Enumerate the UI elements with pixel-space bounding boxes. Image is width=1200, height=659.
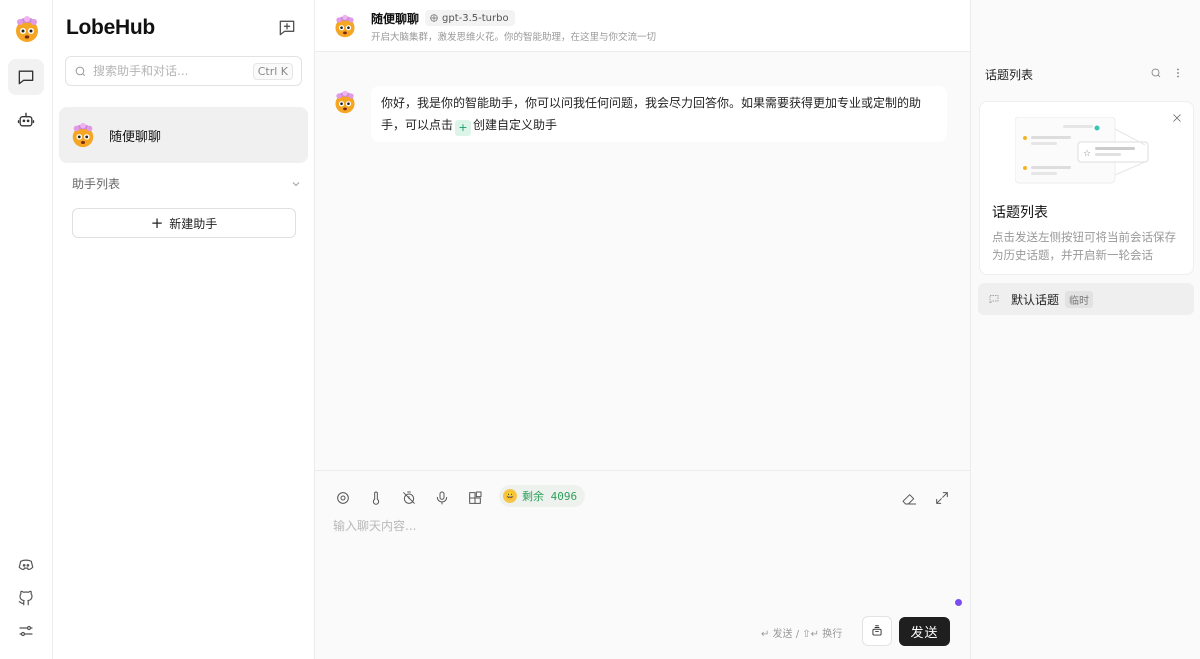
topic-label: 默认话题 [1011,292,1060,307]
temperature-button[interactable] [366,488,386,508]
model-name: gpt-3.5-turbo [442,12,509,24]
bot-icon [17,112,35,127]
add-agent-label: 新建助手 [169,216,218,231]
token-counter[interactable]: 😀 剩余 4096 [499,485,586,507]
chat-description: 开启大脑集群，激发思维火花。你的智能助理，在这里与你交流一切 [371,32,657,43]
group-label: 助手列表 [72,177,121,191]
search-shortcut: Ctrl K [252,62,293,80]
model-tag[interactable]: gpt-3.5-turbo [425,10,515,26]
topic-panel: 话题列表 ☆ 话题列表 点击发送左侧按钮可将当前会话保存为历史话题，并开启新一轮… [970,0,1200,659]
chevron-down-icon [292,181,300,186]
session-search[interactable]: Ctrl K [65,56,302,86]
add-agent-button[interactable]: + 新建助手 [72,208,296,238]
exploding-head-icon [16,16,38,42]
message-text-end: 创建自定义助手 [473,118,558,132]
settings-button[interactable] [8,613,44,649]
blocks-icon [469,491,482,504]
status-dot [955,599,962,606]
chat-nav-button[interactable] [8,59,44,95]
svg-text:☆: ☆ [1083,149,1091,159]
search-input[interactable] [93,64,253,78]
archive-icon [872,625,882,636]
plus-icon: + [150,214,164,232]
smiley-icon: 😀 [503,489,517,503]
thermometer-icon [372,491,380,505]
agent-group-header[interactable]: 助手列表 [72,175,302,192]
clear-messages-button[interactable] [899,488,919,508]
voice-input-button[interactable] [432,488,452,508]
topic-search-button[interactable] [1149,66,1163,80]
chat-composer: 😀 剩余 4096 ↵ 发送 / ⇧↵ 换行 发送 [315,470,970,659]
agent-avatar-icon[interactable] [332,13,358,39]
sliders-icon [19,625,33,637]
chat-header: 随便聊聊 gpt-3.5-turbo 开启大脑集群，激发思维火花。你的智能助理，… [315,0,970,52]
session-panel: LobeHub Ctrl K 随便聊聊 助手列表 + 新建助手 [53,0,315,659]
message-dashed-icon [989,295,999,304]
topic-item-default[interactable]: 默认话题 临时 [978,283,1194,315]
send-button[interactable]: 发送 [899,617,950,646]
discord-button[interactable] [8,547,44,583]
topic-panel-title: 话题列表 [985,68,1034,82]
session-name: 随便聊聊 [109,129,162,145]
topic-panel-header: 话题列表 [971,52,1200,94]
assistant-message: 你好，我是你的智能助手，你可以问我任何问题，我会尽力回答你。如果需要获得更加专业… [371,86,947,142]
user-avatar[interactable] [12,14,42,44]
message-avatar-icon [335,90,355,114]
nav-rail [0,0,53,659]
history-limit-button[interactable] [399,488,419,508]
maximize-icon [936,492,948,504]
inline-plus-icon: + [455,120,472,136]
temporary-badge: 临时 [1065,290,1094,308]
message-plus-icon [279,20,295,36]
eraser-icon [902,494,917,505]
topic-illustration: ☆ [1015,117,1149,184]
topic-more-button[interactable] [1171,66,1185,80]
discord-icon [18,559,34,571]
brain-circuit-icon [337,492,349,504]
new-chat-button[interactable] [275,16,299,40]
model-settings-button[interactable] [333,488,353,508]
app-logo: LobeHub [66,16,155,39]
timer-off-icon [403,491,415,504]
guide-close-button[interactable] [1171,112,1183,124]
guide-description: 点击发送左侧按钮可将当前会话保存为历史话题，并开启新一轮会话 [992,230,1176,262]
chat-area: 随便聊聊 gpt-3.5-turbo 开启大脑集群，激发思维火花。你的智能助理，… [315,0,970,659]
search-icon [75,66,86,76]
more-vertical-icon [1177,68,1179,78]
chat-input[interactable] [333,519,953,533]
plugins-button[interactable] [465,488,485,508]
send-hint: ↵ 发送 / ⇧↵ 换行 [761,629,843,640]
github-button[interactable] [8,580,44,616]
topic-guide-card: ☆ 话题列表 点击发送左侧按钮可将当前会话保存为历史话题，并开启新一轮会话 [979,101,1194,275]
market-nav-button[interactable] [8,102,44,138]
close-icon [1173,114,1181,122]
token-label: 剩余 4096 [522,490,578,503]
github-icon [18,590,33,606]
exploding-head-icon [72,122,94,148]
expand-input-button[interactable] [932,488,952,508]
search-icon [1151,68,1161,78]
save-topic-button[interactable] [862,616,892,646]
chat-title: 随便聊聊 [371,12,420,26]
session-item-active[interactable]: 随便聊聊 [59,107,308,163]
openai-icon [430,14,438,22]
guide-title: 话题列表 [992,205,1048,221]
mic-icon [436,491,448,505]
message-square-icon [18,70,34,85]
